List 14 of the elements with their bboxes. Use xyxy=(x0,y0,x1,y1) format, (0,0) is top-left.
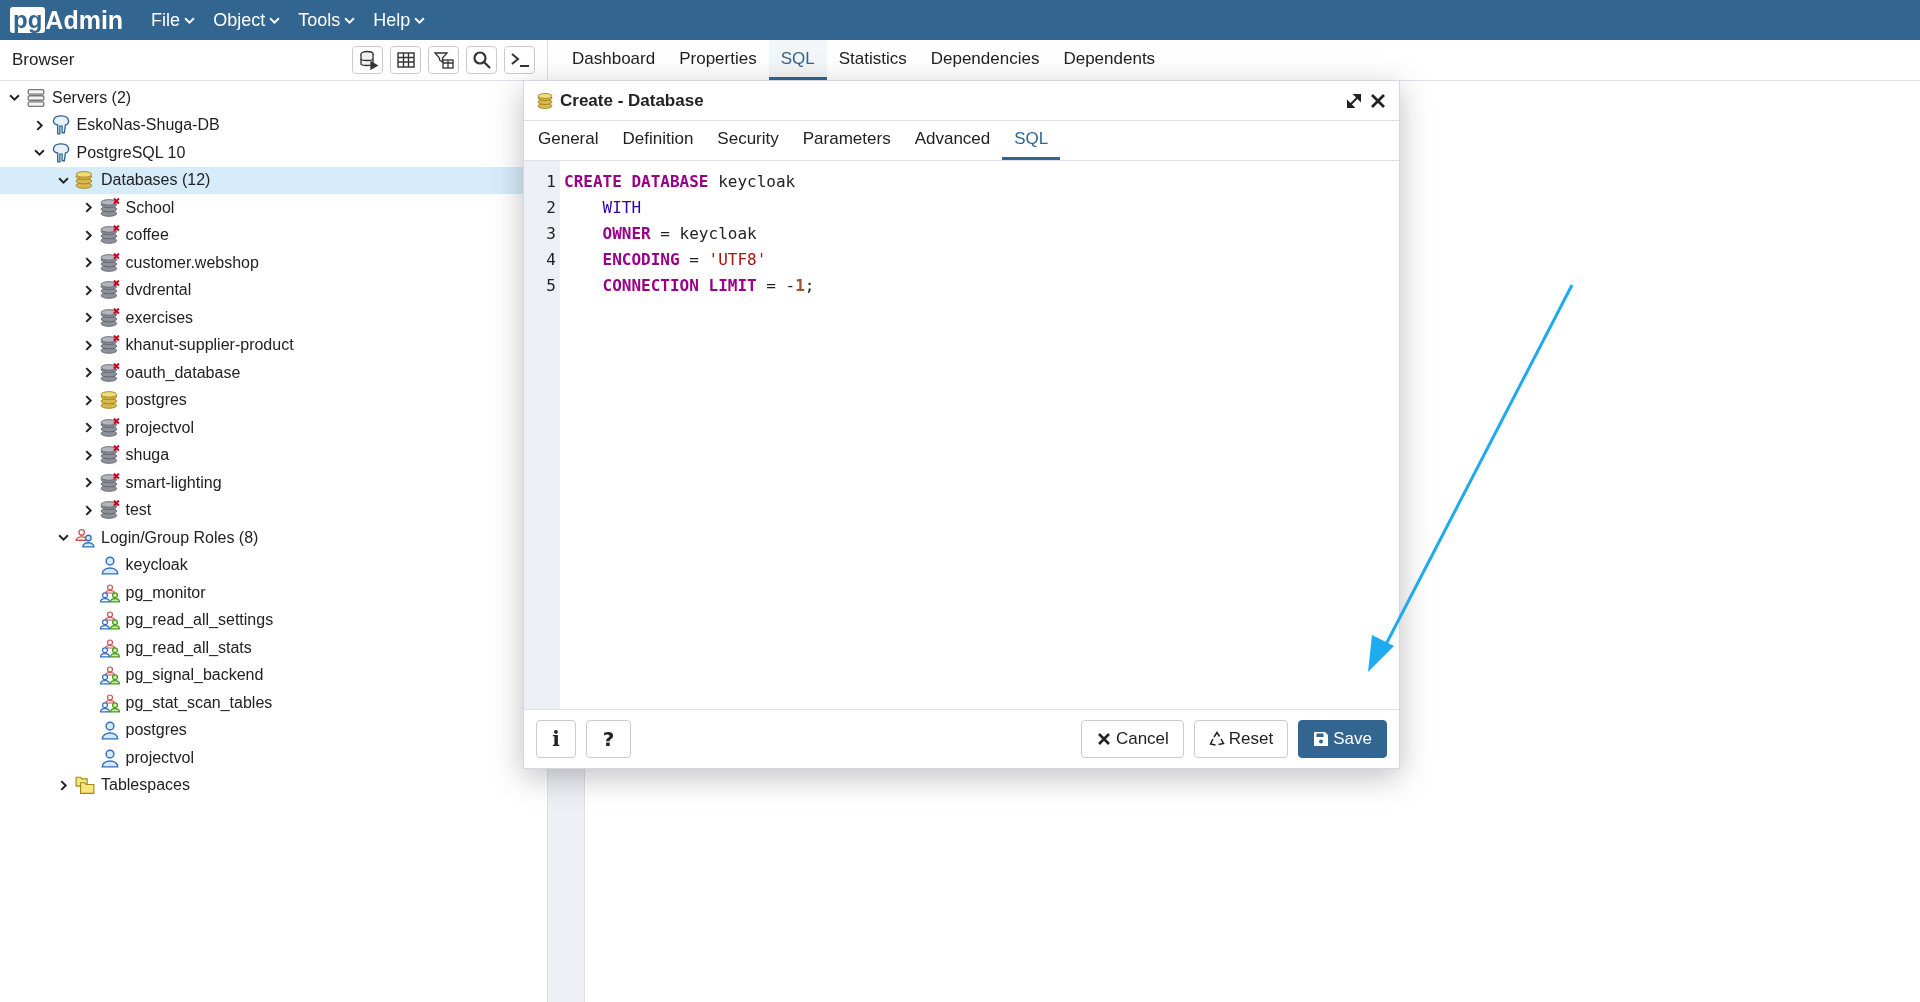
logo-badge: pg xyxy=(10,7,46,33)
code-line: OWNER = keycloak xyxy=(602,223,757,245)
line-number: 3 xyxy=(545,223,557,245)
dialog-title: Create - Database xyxy=(560,90,705,111)
line-number: 4 xyxy=(545,249,557,271)
browser-title: Browser xyxy=(12,50,76,70)
code-line: WITH xyxy=(602,197,642,219)
code-line: CONNECTION LIMIT = -1; xyxy=(602,275,815,297)
code-line: ENCODING = 'UTF8' xyxy=(602,249,767,271)
line-number: 5 xyxy=(545,275,557,297)
line-number: 2 xyxy=(545,197,557,219)
code-line: CREATE DATABASE keycloak xyxy=(564,171,796,193)
line-number: 1 xyxy=(545,171,557,193)
logo-text: Admin xyxy=(45,5,124,35)
